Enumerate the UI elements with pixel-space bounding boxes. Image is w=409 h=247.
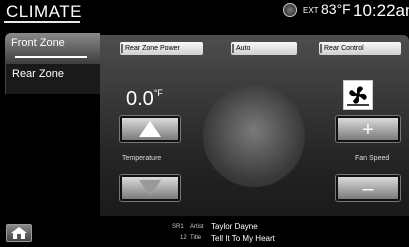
tab-front-zone[interactable]: Front Zone — [5, 33, 100, 64]
temperature-down-button[interactable] — [120, 175, 180, 201]
tab-rear-zone-label: Rear Zone — [12, 68, 64, 80]
title-label: Title — [190, 235, 202, 241]
fan-speed-down-button[interactable]: – — [336, 175, 400, 201]
auto-button[interactable]: Auto — [231, 42, 297, 55]
outside-temperature: 83°F — [321, 1, 351, 17]
fan-blades-icon — [347, 86, 369, 106]
rear-control-button[interactable]: Rear Control — [319, 42, 401, 55]
page-title: CLIMATE — [6, 2, 82, 21]
song-title: Tell It To My Heart — [211, 234, 275, 243]
triangle-down-icon — [139, 180, 161, 196]
auto-label: Auto — [236, 45, 251, 52]
temperature-label: Temperature — [122, 155, 162, 162]
temperature-value: 0.0 — [126, 88, 154, 110]
artist-label: Artist — [190, 224, 204, 230]
temperature-readout: 0.0°F — [126, 88, 163, 111]
minus-icon: – — [362, 178, 374, 200]
radio-source: SR1 — [172, 224, 184, 230]
fan-speed-up-button[interactable]: + — [336, 116, 400, 142]
temperature-unit: °F — [153, 88, 163, 98]
triangle-up-icon — [139, 121, 161, 137]
ext-label: EXT — [303, 6, 319, 15]
tab-rear-zone[interactable]: Rear Zone — [5, 64, 100, 94]
sync-logo-icon — [283, 3, 297, 17]
rear-zone-power-button[interactable]: Rear Zone Power — [120, 42, 203, 55]
radio-channel: 12 — [180, 235, 187, 241]
button-indicator — [121, 44, 123, 53]
plus-icon: + — [362, 119, 374, 141]
clock: 10:22am — [353, 1, 409, 20]
header-bar: CLIMATE EXT 83°F 10:22am — [0, 0, 409, 30]
footer-bar — [0, 216, 409, 247]
button-indicator — [320, 44, 322, 53]
climate-dial — [203, 85, 305, 187]
active-tab-indicator — [15, 56, 87, 58]
rear-control-label: Rear Control — [324, 45, 364, 52]
temperature-up-button[interactable] — [120, 116, 180, 142]
fan-speed-label: Fan Speed — [355, 155, 390, 162]
artist-name: Taylor Dayne — [211, 222, 258, 231]
fan-icon — [343, 80, 373, 110]
home-button[interactable] — [6, 224, 32, 242]
title-underline — [4, 21, 80, 23]
button-indicator — [232, 44, 234, 53]
rear-zone-power-label: Rear Zone Power — [125, 45, 180, 52]
tab-front-zone-label: Front Zone — [11, 37, 65, 49]
home-icon — [11, 227, 27, 239]
